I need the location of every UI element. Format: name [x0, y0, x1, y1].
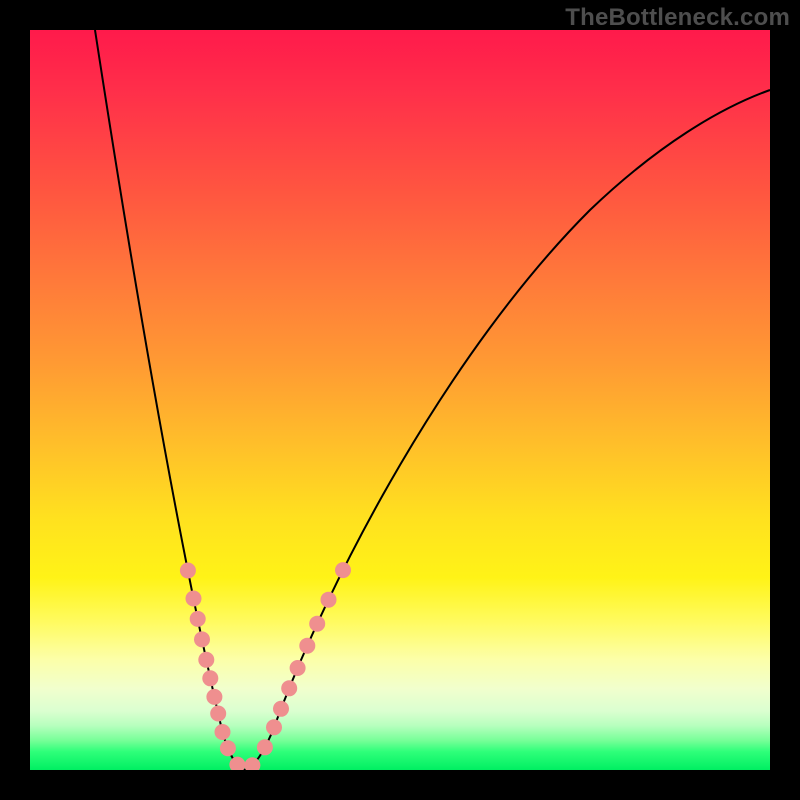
data-point-dot	[257, 739, 273, 755]
data-point-dot	[180, 563, 196, 579]
data-point-dot	[202, 670, 218, 686]
chart-frame: TheBottleneck.com	[0, 0, 800, 800]
data-point-dot	[206, 689, 222, 705]
plot-area	[30, 30, 770, 770]
curve-layer	[30, 30, 770, 770]
data-point-dot	[220, 740, 236, 756]
data-point-dot	[198, 652, 214, 668]
data-point-dot	[281, 680, 297, 696]
data-point-dot	[299, 638, 315, 654]
data-point-dot	[210, 706, 226, 722]
data-point-dot	[273, 701, 289, 717]
data-point-dot	[290, 660, 306, 676]
data-point-dot	[190, 611, 206, 627]
data-point-dot	[194, 631, 210, 647]
data-point-dot	[309, 616, 325, 632]
data-point-dot	[266, 719, 282, 735]
data-point-dot	[321, 592, 337, 608]
data-point-dots	[180, 562, 351, 770]
data-point-dot	[335, 562, 351, 578]
data-point-dot	[186, 591, 202, 607]
data-point-dot	[215, 724, 231, 740]
curve-right-branch	[245, 90, 770, 770]
curve-left-branch	[95, 30, 245, 770]
watermark-text: TheBottleneck.com	[565, 4, 790, 32]
